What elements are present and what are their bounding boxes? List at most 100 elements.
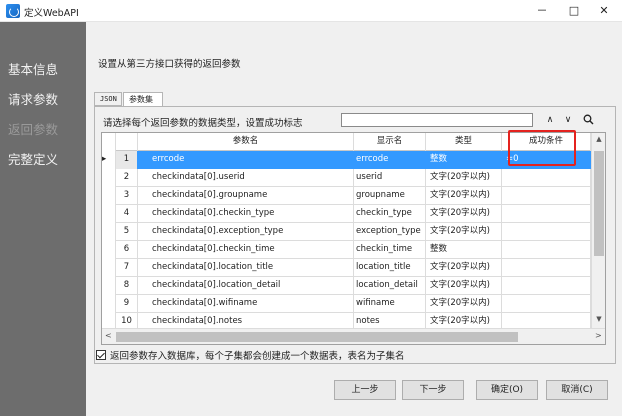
display-name-cell[interactable]: groupname	[354, 187, 426, 205]
row-number: 1	[116, 151, 138, 169]
display-name-cell[interactable]: location_title	[354, 259, 426, 277]
row-number: 3	[116, 187, 138, 205]
type-cell[interactable]: 文字(20字以内)	[426, 187, 502, 205]
row-indicator	[102, 277, 116, 295]
scroll-up-arrow[interactable]: ▲	[592, 135, 605, 143]
param-name-cell[interactable]: checkindata[0].checkin_type	[138, 205, 354, 223]
save-to-db-option[interactable]: 返回参数存入数据库，每个子集都会创建成一个数据表，表名为子集名	[96, 348, 405, 362]
row-indicator	[102, 169, 116, 187]
table-row[interactable]: 8 checkindata[0].location_detail location_…	[102, 277, 591, 295]
search-input[interactable]	[341, 113, 533, 127]
horizontal-scrollbar[interactable]: < >	[102, 328, 605, 344]
table-row[interactable]: 5 checkindata[0].exception_type exception_…	[102, 223, 591, 241]
row-indicator	[102, 295, 116, 313]
display-name-cell[interactable]: errcode	[354, 151, 426, 169]
vertical-scrollbar[interactable]: ▲ ▼	[591, 133, 605, 328]
type-cell[interactable]: 文字(20字以内)	[426, 277, 502, 295]
scroll-left-arrow[interactable]: <	[105, 331, 112, 340]
param-name-cell[interactable]: checkindata[0].wifiname	[138, 295, 354, 313]
table-row[interactable]: 2 checkindata[0].userid userid 文字(20字以内)	[102, 169, 591, 187]
minimize-button[interactable]: －	[530, 2, 554, 20]
horizontal-scroll-thumb[interactable]	[116, 332, 518, 342]
row-indicator	[102, 187, 116, 205]
condition-cell[interactable]	[502, 277, 591, 295]
instruction-label: 请选择每个返回参数的数据类型，设置成功标志	[103, 118, 303, 129]
page-title: 设置从第三方接口获得的返回参数	[98, 59, 241, 70]
row-number: 9	[116, 295, 138, 313]
main-panel: 设置从第三方接口获得的返回参数 JSON 参数集 请选择每个返回参数的数据类型，…	[86, 22, 622, 416]
scroll-down-arrow[interactable]: ▼	[592, 315, 605, 323]
window-title: 定义WebAPI	[24, 8, 79, 19]
sidebar-item-full-definition[interactable]: 完整定义	[8, 149, 58, 168]
table-row[interactable]: 3 checkindata[0].groupname groupname 文字(20字…	[102, 187, 591, 205]
condition-cell[interactable]	[502, 187, 591, 205]
display-name-cell[interactable]: checkin_type	[354, 205, 426, 223]
type-cell[interactable]: 文字(20字以内)	[426, 205, 502, 223]
cancel-button[interactable]: 取消(C)	[546, 380, 608, 400]
row-indicator: ▸	[102, 151, 116, 169]
close-button[interactable]: ✕	[592, 2, 616, 20]
row-number: 8	[116, 277, 138, 295]
find-next-button[interactable]: ∨	[561, 113, 575, 127]
row-number: 4	[116, 205, 138, 223]
condition-cell[interactable]	[502, 259, 591, 277]
find-previous-button[interactable]: ∧	[543, 113, 557, 127]
display-name-cell[interactable]: location_detail	[354, 277, 426, 295]
condition-cell[interactable]	[502, 223, 591, 241]
condition-cell[interactable]	[502, 295, 591, 313]
condition-cell[interactable]	[502, 241, 591, 259]
column-header-display[interactable]: 显示名	[354, 133, 426, 151]
sidebar-item-basic-info[interactable]: 基本信息	[8, 59, 58, 78]
condition-cell[interactable]	[502, 169, 591, 187]
display-name-cell[interactable]: userid	[354, 169, 426, 187]
sidebar-item-request-params[interactable]: 请求参数	[8, 89, 58, 108]
vertical-scroll-thumb[interactable]	[594, 151, 604, 256]
previous-step-button[interactable]: 上一步	[334, 380, 396, 400]
header-indicator	[102, 133, 116, 151]
row-indicator	[102, 259, 116, 277]
save-to-db-checkbox[interactable]	[96, 350, 106, 360]
param-name-cell[interactable]: errcode	[138, 151, 354, 169]
search-icon[interactable]	[581, 113, 595, 127]
type-cell[interactable]: 文字(20字以内)	[426, 295, 502, 313]
type-cell[interactable]: 整数	[426, 241, 502, 259]
param-name-cell[interactable]: checkindata[0].userid	[138, 169, 354, 187]
sidebar-item-return-params[interactable]: 返回参数	[8, 119, 58, 138]
scroll-right-arrow[interactable]: >	[595, 331, 602, 340]
column-header-type[interactable]: 类型	[426, 133, 502, 151]
param-name-cell[interactable]: checkindata[0].groupname	[138, 187, 354, 205]
display-name-cell[interactable]: exception_type	[354, 223, 426, 241]
param-name-cell[interactable]: checkindata[0].exception_type	[138, 223, 354, 241]
app-icon	[6, 4, 20, 18]
display-name-cell[interactable]: checkin_time	[354, 241, 426, 259]
param-name-cell[interactable]: checkindata[0].location_title	[138, 259, 354, 277]
table-row[interactable]: 6 checkindata[0].checkin_time checkin_time…	[102, 241, 591, 259]
param-name-cell[interactable]: checkindata[0].location_detail	[138, 277, 354, 295]
table-row[interactable]: 9 checkindata[0].wifiname wifiname 文字(20字以内…	[102, 295, 591, 313]
type-cell[interactable]: 文字(20字以内)	[426, 223, 502, 241]
success-condition-highlight	[508, 130, 576, 166]
row-number: 6	[116, 241, 138, 259]
condition-cell[interactable]	[502, 205, 591, 223]
next-step-button[interactable]: 下一步	[402, 380, 464, 400]
table-row[interactable]: 7 checkindata[0].location_title location_t…	[102, 259, 591, 277]
save-to-db-label: 返回参数存入数据库，每个子集都会创建成一个数据表，表名为子集名	[110, 351, 405, 362]
ok-button[interactable]: 确定(O)	[476, 380, 538, 400]
type-cell[interactable]: 文字(20字以内)	[426, 259, 502, 277]
table-row[interactable]: 4 checkindata[0].checkin_type checkin_type…	[102, 205, 591, 223]
tab-json[interactable]: JSON	[94, 92, 122, 106]
column-header-name[interactable]: 参数名	[138, 133, 354, 151]
row-number: 7	[116, 259, 138, 277]
param-name-cell[interactable]: checkindata[0].checkin_time	[138, 241, 354, 259]
sidebar: 基本信息 请求参数 返回参数 完整定义	[0, 22, 86, 416]
type-cell[interactable]: 文字(20字以内)	[426, 169, 502, 187]
display-name-cell[interactable]: wifiname	[354, 295, 426, 313]
row-number: 2	[116, 169, 138, 187]
maximize-button[interactable]: □	[562, 2, 586, 20]
row-indicator	[102, 241, 116, 259]
header-num	[116, 133, 138, 151]
tab-param-set[interactable]: 参数集	[123, 92, 163, 107]
row-indicator	[102, 205, 116, 223]
type-cell[interactable]: 整数	[426, 151, 502, 169]
row-number: 5	[116, 223, 138, 241]
